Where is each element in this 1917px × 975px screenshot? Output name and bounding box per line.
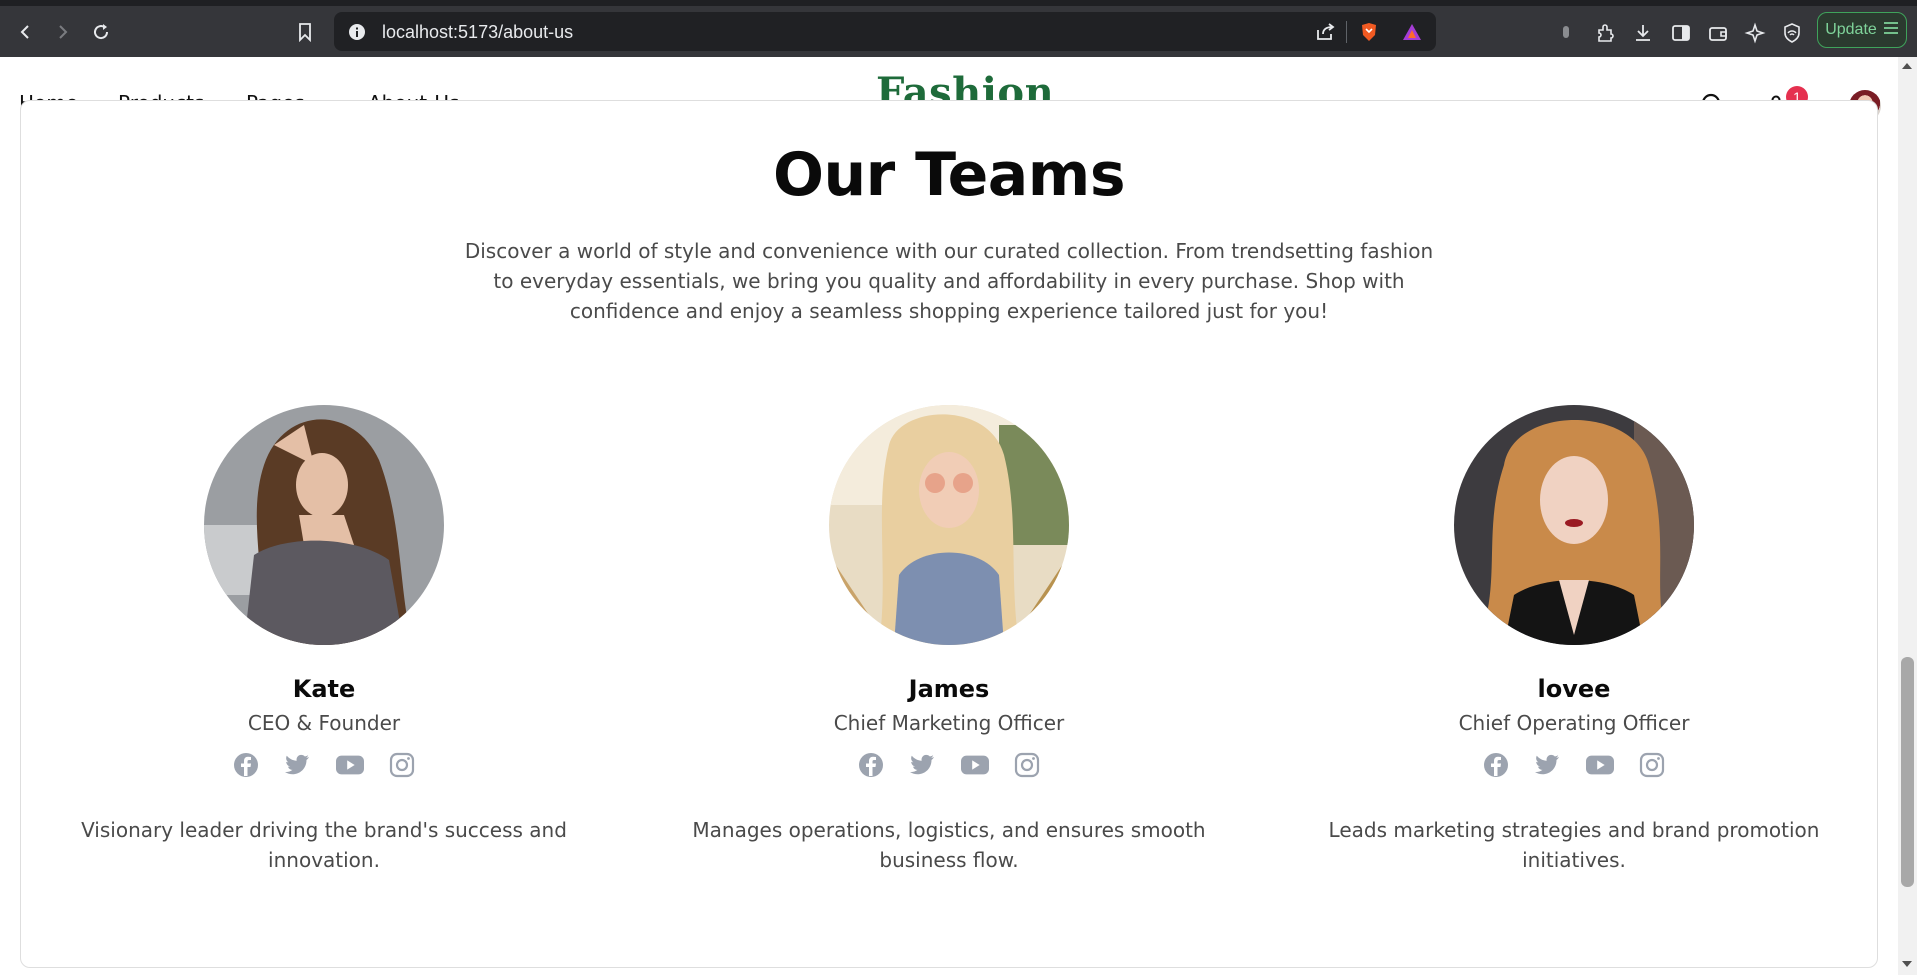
scroll-down-icon[interactable] <box>1902 961 1912 967</box>
divider <box>1346 21 1347 43</box>
url-text[interactable]: localhost:5173/about-us <box>382 22 573 43</box>
member-photo <box>829 405 1069 645</box>
instagram-icon[interactable] <box>388 751 416 779</box>
reload-icon[interactable] <box>87 18 115 46</box>
page-scrollbar[interactable] <box>1898 57 1917 975</box>
update-button[interactable]: Update <box>1817 12 1907 48</box>
mic-icon[interactable] <box>1560 22 1572 46</box>
brave-shield-icon[interactable] <box>1358 21 1380 47</box>
facebook-icon[interactable] <box>232 751 260 779</box>
member-role: Chief Marketing Officer <box>833 711 1065 735</box>
vpn-icon[interactable] <box>1781 22 1803 48</box>
wallet-icon[interactable] <box>1707 22 1729 48</box>
member-bio: Visionary leader driving the brand's suc… <box>81 818 567 872</box>
forward-icon[interactable] <box>48 18 76 46</box>
team-member-card: Kate CEO & Founder Visionary leader driv… <box>44 405 604 875</box>
youtube-icon[interactable] <box>336 751 364 779</box>
youtube-icon[interactable] <box>961 751 989 779</box>
youtube-icon[interactable] <box>1586 751 1614 779</box>
twitter-icon[interactable] <box>909 751 937 779</box>
menu-icon <box>1883 21 1899 40</box>
section-description: Discover a world of style and convenienc… <box>464 239 1434 323</box>
team-member-card: James Chief Marketing Officer Manages op… <box>669 405 1229 875</box>
member-bio: Leads marketing strategies and brand pro… <box>1328 818 1820 872</box>
instagram-icon[interactable] <box>1638 751 1666 779</box>
team-member-card: lovee Chief Operating Officer Leads mark… <box>1294 405 1854 875</box>
member-bio: Manages operations, logistics, and ensur… <box>692 818 1206 872</box>
bookmark-icon[interactable] <box>291 18 319 46</box>
extensions-icon[interactable] <box>1594 22 1616 48</box>
social-links <box>1294 751 1854 781</box>
social-links <box>44 751 604 781</box>
member-role: CEO & Founder <box>247 711 401 735</box>
facebook-icon[interactable] <box>857 751 885 779</box>
instagram-icon[interactable] <box>1013 751 1041 779</box>
browser-toolbar: localhost:5173/about-us Update <box>0 0 1917 57</box>
twitter-icon[interactable] <box>1534 751 1562 779</box>
social-links <box>669 751 1229 781</box>
member-name: Kate <box>292 675 356 703</box>
scroll-thumb[interactable] <box>1901 657 1914 887</box>
back-icon[interactable] <box>12 18 40 46</box>
facebook-icon[interactable] <box>1482 751 1510 779</box>
section-title: Our Teams <box>772 140 1126 210</box>
brave-rewards-icon[interactable] <box>1401 21 1423 47</box>
member-photo <box>204 405 444 645</box>
member-photo <box>1454 405 1694 645</box>
address-bar[interactable]: localhost:5173/about-us <box>334 12 1436 51</box>
leo-icon[interactable] <box>1744 22 1766 48</box>
member-name: James <box>908 675 990 703</box>
sidebar-icon[interactable] <box>1670 22 1692 48</box>
twitter-icon[interactable] <box>284 751 312 779</box>
share-icon[interactable] <box>1314 21 1336 47</box>
scroll-up-icon[interactable] <box>1902 63 1912 69</box>
download-icon[interactable] <box>1632 22 1654 48</box>
member-role: Chief Operating Officer <box>1458 711 1690 735</box>
info-icon[interactable] <box>348 23 366 45</box>
member-name: lovee <box>1537 675 1611 703</box>
update-label: Update <box>1825 21 1877 38</box>
